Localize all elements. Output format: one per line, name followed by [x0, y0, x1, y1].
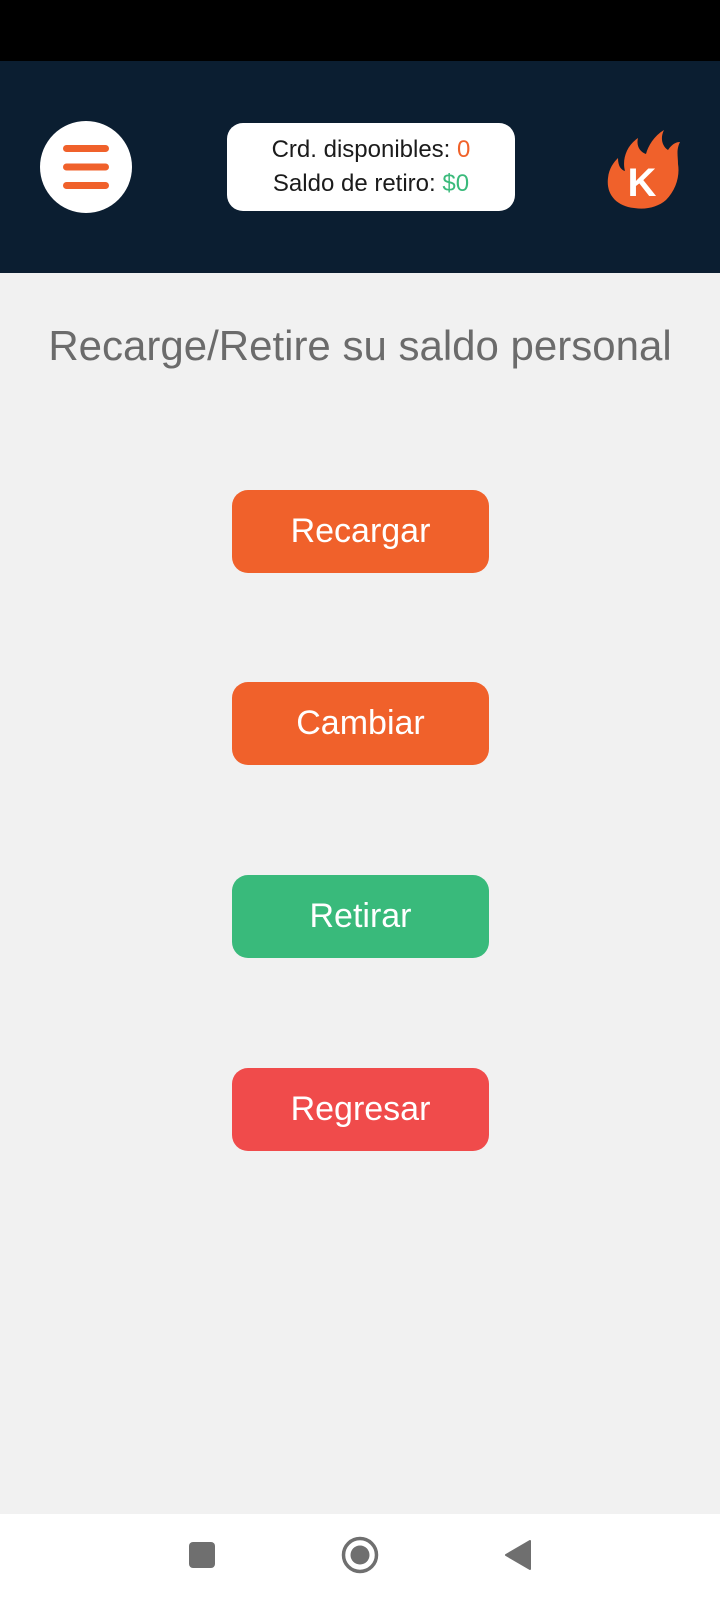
logo-letter: K [628, 161, 657, 205]
back-button[interactable] [478, 1514, 558, 1600]
home-button[interactable] [320, 1514, 400, 1600]
square-recents-icon [189, 1541, 215, 1573]
recents-button[interactable] [162, 1514, 242, 1600]
recargar-button[interactable]: Recargar [232, 490, 489, 573]
regresar-button[interactable]: Regresar [232, 1068, 489, 1151]
system-nav-bar [0, 1514, 720, 1600]
cambiar-button[interactable]: Cambiar [232, 682, 489, 765]
retirar-button[interactable]: Retirar [232, 875, 489, 958]
circle-home-icon [341, 1536, 379, 1579]
flame-logo-icon: K [604, 124, 682, 210]
credits-label: Crd. disponibles: [271, 136, 451, 163]
balance-card: Crd. disponibles: 0 Saldo de retiro: $0 [227, 123, 515, 211]
triangle-back-icon [504, 1539, 532, 1576]
menu-button[interactable] [40, 121, 132, 213]
credits-value: 0 [457, 136, 471, 163]
status-bar [0, 0, 720, 61]
page-title: Recarge/Retire su saldo personal [48, 322, 672, 369]
withdraw-value: $0 [442, 170, 470, 197]
withdraw-row: Saldo de retiro: $0 [273, 167, 469, 201]
credits-row: Crd. disponibles: 0 [272, 133, 471, 167]
hamburger-menu-icon [62, 143, 110, 191]
withdraw-label: Saldo de retiro: [272, 170, 436, 197]
